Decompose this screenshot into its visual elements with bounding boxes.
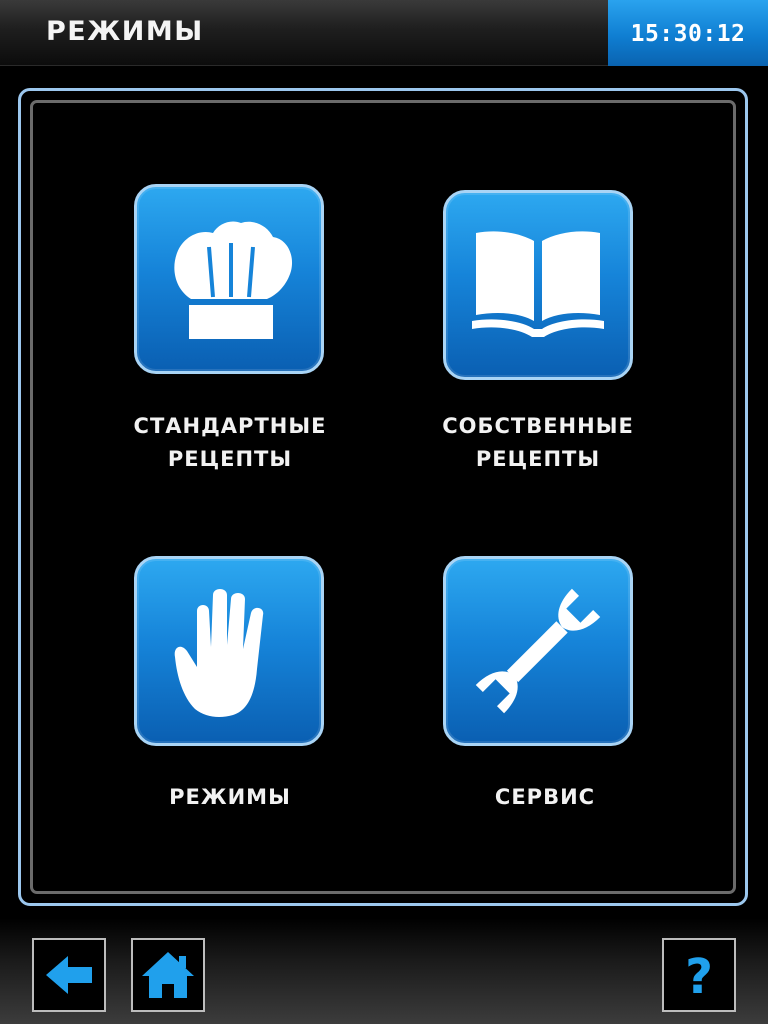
help-symbol: ? [685, 949, 713, 1005]
clock-display: 15:30:12 [608, 0, 768, 66]
page-title: РЕЖИМЫ [46, 16, 204, 47]
own-recipes-label-line1: СОБСТВЕННЫЕ [442, 414, 634, 438]
home-button[interactable] [131, 938, 205, 1012]
header-bar: РЕЖИМЫ 15:30:12 [0, 0, 768, 66]
back-arrow-icon [46, 956, 92, 994]
bottom-nav-bar: ? [0, 918, 768, 1024]
hand-icon [174, 589, 264, 717]
standard-recipes-label-line1: СТАНДАРТНЫЕ [133, 414, 327, 438]
help-button[interactable]: ? [662, 938, 736, 1012]
own-recipes-button[interactable] [443, 190, 633, 380]
modes-button[interactable] [134, 556, 324, 746]
chef-hat-icon [174, 221, 293, 339]
modes-label-line1: РЕЖИМЫ [169, 785, 291, 809]
standard-recipes-label: СТАНДАРТНЫЕ РЕЦЕПТЫ [80, 410, 380, 476]
home-icon [142, 952, 194, 998]
wrench-icon [475, 588, 601, 714]
service-label: СЕРВИС [395, 781, 695, 814]
own-recipes-label-line2: РЕЦЕПТЫ [475, 447, 601, 471]
open-book-icon [472, 231, 604, 337]
help-icon: ? [685, 949, 713, 1005]
modes-label: РЕЖИМЫ [80, 781, 380, 814]
service-label-line1: СЕРВИС [494, 785, 596, 809]
service-button[interactable] [443, 556, 633, 746]
own-recipes-label: СОБСТВЕННЫЕ РЕЦЕПТЫ [388, 410, 688, 476]
standard-recipes-button[interactable] [134, 184, 324, 374]
standard-recipes-label-line2: РЕЦЕПТЫ [167, 447, 293, 471]
back-button[interactable] [32, 938, 106, 1012]
